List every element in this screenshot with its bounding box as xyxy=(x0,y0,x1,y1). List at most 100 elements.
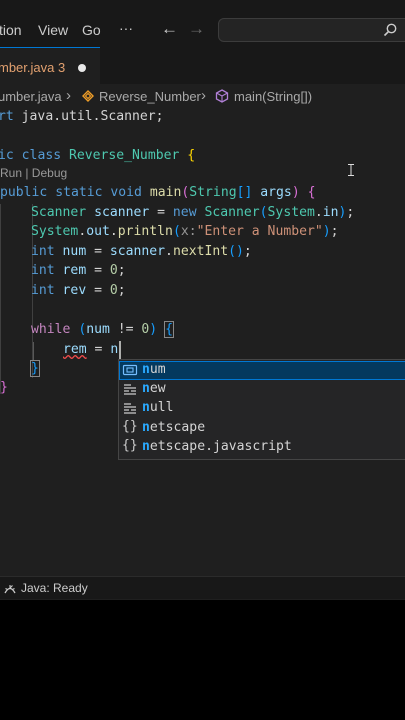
suggestion-item[interactable]: num xyxy=(119,361,405,380)
code-line-rem[interactable]: int rem = 0; xyxy=(31,263,126,278)
array-brackets: [] xyxy=(236,185,253,200)
code-line-import[interactable]: rt java.util.Scanner; xyxy=(0,109,164,124)
code-line-close-main[interactable]: } xyxy=(0,380,8,395)
code-line-rev[interactable]: int rev = 0; xyxy=(31,283,126,298)
module-icon: {} xyxy=(122,438,138,453)
suggestion-item[interactable]: {} netscape xyxy=(119,419,405,438)
class-system: System xyxy=(267,205,315,220)
keyword-void: void xyxy=(110,185,142,200)
number-literal: 0 xyxy=(109,263,118,278)
breadcrumb-separator: › xyxy=(66,87,71,104)
var-rem-error: rem xyxy=(63,342,87,357)
suggestion-label: num xyxy=(142,362,166,377)
open-paren: ( xyxy=(172,224,181,239)
suggestion-item[interactable]: null xyxy=(119,399,405,418)
variable-icon xyxy=(122,364,138,376)
code-line-close-while[interactable]: } xyxy=(30,360,40,377)
status-bar: Java: Ready xyxy=(0,576,405,599)
search-icon xyxy=(383,23,397,37)
dot: . xyxy=(165,244,173,259)
codelens-run-debug[interactable]: Run | Debug xyxy=(0,166,67,180)
assign-op: = xyxy=(86,342,111,357)
code-line-class-decl[interactable]: ic class Reverse_Number { xyxy=(0,148,195,163)
title-bar: tion View Go ··· ← → xyxy=(0,0,405,47)
class-icon xyxy=(82,90,94,102)
var-num: num xyxy=(62,244,87,259)
suggest-widget: num new null {} netscape {} netscape.jav… xyxy=(118,359,405,460)
number-literal: 0 xyxy=(109,283,118,298)
vscode-window: tion View Go ··· ← → mber.java 3 umber.j… xyxy=(0,0,405,600)
close-brace: } xyxy=(30,360,40,377)
keyword-int: int xyxy=(31,263,55,278)
import-path: java.util.Scanner; xyxy=(13,109,164,124)
suggestion-label: null xyxy=(142,400,174,415)
parens: () xyxy=(228,244,244,259)
semicolon: ; xyxy=(346,205,355,220)
open-paren: ( xyxy=(259,205,268,220)
keyword-icon xyxy=(124,384,136,395)
menu-more-button[interactable]: ··· xyxy=(119,20,133,36)
breadcrumb-method[interactable]: main(String[]) xyxy=(234,89,312,104)
type-scanner: Scanner xyxy=(31,205,87,220)
var-scanner: scanner xyxy=(94,205,150,220)
java-status-label[interactable]: Java: Ready xyxy=(21,581,88,595)
semicolon: ; xyxy=(117,283,126,298)
not-equal-op: != xyxy=(109,322,142,337)
menu-selection[interactable]: tion xyxy=(0,22,22,38)
method-println: println xyxy=(117,224,173,239)
editor-tabs: mber.java 3 xyxy=(0,47,405,84)
java-status-icon[interactable] xyxy=(3,582,17,594)
indent-guide xyxy=(0,204,1,394)
keyword-while: while xyxy=(31,322,71,337)
param-name: args xyxy=(260,185,292,200)
command-center-search[interactable] xyxy=(218,18,405,42)
code-line-current[interactable]: rem = n xyxy=(63,342,118,357)
field-in: in xyxy=(322,205,339,220)
dot: . xyxy=(314,205,323,220)
suggestion-label: netscape.javascript xyxy=(142,439,292,454)
assign-op: = xyxy=(86,244,110,259)
typed-text: n xyxy=(110,342,119,357)
forward-arrow-icon[interactable]: → xyxy=(188,19,205,39)
breadcrumb-class[interactable]: Reverse_Number xyxy=(99,89,201,104)
breadcrumb-file[interactable]: umber.java xyxy=(0,89,62,104)
tab-label: mber.java 3 xyxy=(0,60,66,75)
close-paren: ) xyxy=(322,224,331,239)
code-line-while[interactable]: while (num != 0) { xyxy=(31,321,174,338)
type-scanner: Scanner xyxy=(204,205,260,220)
tab-reverse-number-java[interactable]: mber.java 3 xyxy=(0,47,100,84)
var-scanner: scanner xyxy=(109,244,166,259)
dot: . xyxy=(109,224,118,239)
keyword-public-fragment: ic xyxy=(0,148,14,163)
keyword-public: public xyxy=(0,185,48,200)
code-line-main-decl[interactable]: public static void main(String[] args) { xyxy=(0,185,315,200)
inlay-param-hint: x: xyxy=(180,224,197,239)
code-line-scanner[interactable]: Scanner scanner = new Scanner(System.in)… xyxy=(31,205,354,220)
keyword-class: class xyxy=(21,148,62,163)
assign-op: = xyxy=(149,205,173,220)
back-arrow-icon[interactable]: ← xyxy=(161,19,178,39)
code-line-println[interactable]: System.out.println(x:"Enter a Number"); xyxy=(31,224,339,239)
suggestion-item[interactable]: {} netscape.javascript xyxy=(119,438,405,457)
keyword-int: int xyxy=(31,244,55,259)
method-nextint: nextInt xyxy=(172,244,229,259)
method-cube-icon xyxy=(215,89,229,103)
assign-op: = xyxy=(86,263,110,278)
menu-view[interactable]: View xyxy=(38,22,68,38)
menu-go[interactable]: Go xyxy=(82,22,101,38)
code-line-num[interactable]: int num = scanner.nextInt(); xyxy=(31,244,252,259)
semicolon: ; xyxy=(117,263,126,278)
open-brace: { xyxy=(307,185,316,200)
open-brace: { xyxy=(164,321,174,338)
suggestion-item[interactable]: new xyxy=(119,380,405,399)
assign-op: = xyxy=(86,283,110,298)
keyword-icon xyxy=(124,403,136,414)
param-type: String xyxy=(189,185,237,200)
module-icon: {} xyxy=(122,419,138,434)
suggestion-label: netscape xyxy=(142,420,206,435)
method-name: main xyxy=(149,185,182,200)
mouse-ibeam-cursor xyxy=(348,164,354,176)
unsaved-dot-icon[interactable] xyxy=(78,64,86,72)
keyword-static: static xyxy=(55,185,103,200)
keyword-int: int xyxy=(31,283,55,298)
